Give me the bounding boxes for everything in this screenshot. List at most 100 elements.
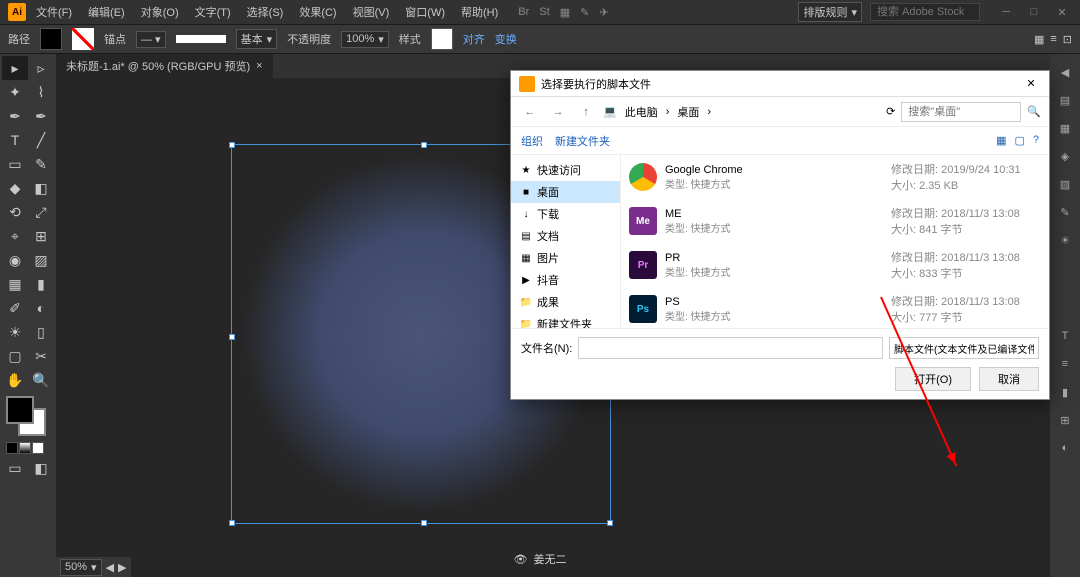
none-color-icon[interactable]: [32, 442, 44, 454]
shaper-tool[interactable]: ◆: [2, 176, 28, 200]
menu-view[interactable]: 视图(V): [347, 2, 396, 22]
blend-tool[interactable]: ◐: [28, 296, 54, 320]
sidebar-item[interactable]: 📁成果: [511, 291, 620, 313]
help-icon[interactable]: ?: [1033, 134, 1039, 147]
anchor-dropdown[interactable]: — ▾: [136, 31, 166, 48]
breadcrumb[interactable]: 💻 此电脑› 桌面›: [603, 102, 880, 122]
new-folder-button[interactable]: 新建文件夹: [555, 133, 610, 149]
stock-icon[interactable]: St: [539, 6, 549, 18]
rectangle-tool[interactable]: ▭: [2, 152, 28, 176]
menu-type[interactable]: 文字(T): [189, 2, 237, 22]
stroke-preview[interactable]: [176, 35, 226, 43]
graph-tool[interactable]: ▯: [28, 320, 54, 344]
close-tab-icon[interactable]: ×: [256, 60, 262, 72]
menu-help[interactable]: 帮助(H): [455, 2, 504, 22]
line-tool[interactable]: ╱: [28, 128, 54, 152]
file-row[interactable]: Google Chrome类型: 快捷方式修改日期: 2019/9/24 10:…: [621, 155, 1049, 199]
stock-search-input[interactable]: [870, 3, 980, 21]
width-tool[interactable]: ⌖: [2, 224, 28, 248]
symbol-tool[interactable]: ☀: [2, 320, 28, 344]
pathfinder-panel-icon[interactable]: ◐: [1055, 438, 1075, 458]
cancel-button[interactable]: 取消: [979, 367, 1039, 391]
bridge-icon[interactable]: Br: [518, 6, 529, 18]
refresh-icon[interactable]: ⟳: [886, 105, 895, 118]
maximize-icon[interactable]: □: [1024, 4, 1044, 20]
zoom-dropdown[interactable]: 50% ▾: [60, 559, 102, 576]
sidebar-item[interactable]: ★快速访问: [511, 159, 620, 181]
eraser-tool[interactable]: ◧: [28, 176, 54, 200]
eyedropper-tool[interactable]: ✐: [2, 296, 28, 320]
solid-color-icon[interactable]: [6, 442, 18, 454]
workspace-selector[interactable]: 排版规则 ▾: [798, 2, 862, 22]
menu-object[interactable]: 对象(O): [135, 2, 185, 22]
minimize-icon[interactable]: ─: [996, 4, 1016, 20]
opacity-input[interactable]: 100% ▾: [341, 31, 389, 48]
sidebar-item[interactable]: ▶抖音: [511, 269, 620, 291]
filename-input[interactable]: [578, 337, 883, 359]
gradient-icon[interactable]: [19, 442, 31, 454]
file-row[interactable]: PsPS类型: 快捷方式修改日期: 2018/11/3 13:08大小: 777…: [621, 287, 1049, 328]
slice-tool[interactable]: ✂: [28, 344, 54, 368]
gradient-panel-icon[interactable]: ▮: [1055, 382, 1075, 402]
grid-icon[interactable]: ▦: [560, 6, 570, 19]
shape-builder-tool[interactable]: ◉: [2, 248, 28, 272]
sidebar-item[interactable]: ■桌面: [511, 181, 620, 203]
curvature-tool[interactable]: ✒: [28, 104, 54, 128]
artboard-tool[interactable]: ▢: [2, 344, 28, 368]
style-swatch[interactable]: [431, 28, 453, 50]
expand-dock-icon[interactable]: ◀: [1055, 62, 1075, 82]
transform-link[interactable]: 变换: [495, 31, 517, 47]
sidebar-item[interactable]: ↓下载: [511, 203, 620, 225]
brushes-panel-icon[interactable]: ✎: [1055, 202, 1075, 222]
mesh-tool[interactable]: ▦: [2, 272, 28, 296]
direct-selection-tool[interactable]: ▹: [28, 56, 54, 80]
free-transform-tool[interactable]: ⊞: [28, 224, 54, 248]
nav-up-button[interactable]: ↑: [575, 101, 597, 123]
zoom-tool[interactable]: 🔍: [28, 368, 54, 392]
file-filter-dropdown[interactable]: [889, 337, 1039, 359]
stroke-style-dropdown[interactable]: 基本 ▾: [236, 29, 278, 49]
menu-file[interactable]: 文件(F): [30, 2, 78, 22]
menu-select[interactable]: 选择(S): [241, 2, 290, 22]
menu-window[interactable]: 窗口(W): [399, 2, 451, 22]
search-icon[interactable]: 🔍: [1027, 105, 1041, 118]
panel-icon-2[interactable]: ≡: [1050, 33, 1056, 46]
lasso-tool[interactable]: ⌇: [28, 80, 54, 104]
selection-tool[interactable]: ▸: [2, 56, 28, 80]
view-mode-icon[interactable]: ▦: [996, 134, 1006, 147]
file-row[interactable]: MeME类型: 快捷方式修改日期: 2018/11/3 13:08大小: 841…: [621, 199, 1049, 243]
stroke-swatch[interactable]: [72, 28, 94, 50]
fill-stroke-control[interactable]: [6, 396, 46, 436]
menu-edit[interactable]: 编辑(E): [82, 2, 131, 22]
pen-tool[interactable]: ✒: [2, 104, 28, 128]
screen-mode-tool[interactable]: ▭: [2, 456, 28, 480]
rotate-tool[interactable]: ⟲: [2, 200, 28, 224]
properties-panel-icon[interactable]: ▤: [1055, 90, 1075, 110]
organize-button[interactable]: 组织: [521, 133, 543, 149]
file-row[interactable]: PrPR类型: 快捷方式修改日期: 2018/11/3 13:08大小: 833…: [621, 243, 1049, 287]
scale-tool[interactable]: ⤢: [28, 200, 54, 224]
nav-back-button[interactable]: ←: [519, 101, 541, 123]
paint-icon[interactable]: ✎: [580, 6, 589, 19]
sidebar-item[interactable]: ▤文档: [511, 225, 620, 247]
preview-pane-icon[interactable]: ▢: [1014, 134, 1024, 147]
type-tool[interactable]: T: [2, 128, 28, 152]
align-link[interactable]: 对齐: [463, 31, 485, 47]
swatches-panel-icon[interactable]: ▨: [1055, 174, 1075, 194]
open-button[interactable]: 打开(O): [895, 367, 971, 391]
document-tab[interactable]: 未标题-1.ai* @ 50% (RGB/GPU 预览)×: [56, 54, 273, 78]
stroke-panel-icon[interactable]: ≡: [1055, 354, 1075, 374]
hand-tool[interactable]: ✋: [2, 368, 28, 392]
edit-mode-tool[interactable]: ◧: [28, 456, 54, 480]
perspective-tool[interactable]: ▨: [28, 248, 54, 272]
menu-effect[interactable]: 效果(C): [293, 2, 342, 22]
search-files-input[interactable]: [901, 102, 1021, 122]
magic-wand-tool[interactable]: ✦: [2, 80, 28, 104]
fill-swatch[interactable]: [40, 28, 62, 50]
align-panel-icon[interactable]: ⊞: [1055, 410, 1075, 430]
panel-icon[interactable]: ▦: [1034, 33, 1044, 46]
brush-tool[interactable]: ✎: [28, 152, 54, 176]
color-panel-icon[interactable]: T: [1055, 326, 1075, 346]
nav-forward-button[interactable]: →: [547, 101, 569, 123]
sidebar-item[interactable]: 📁新建文件夹: [511, 313, 620, 328]
